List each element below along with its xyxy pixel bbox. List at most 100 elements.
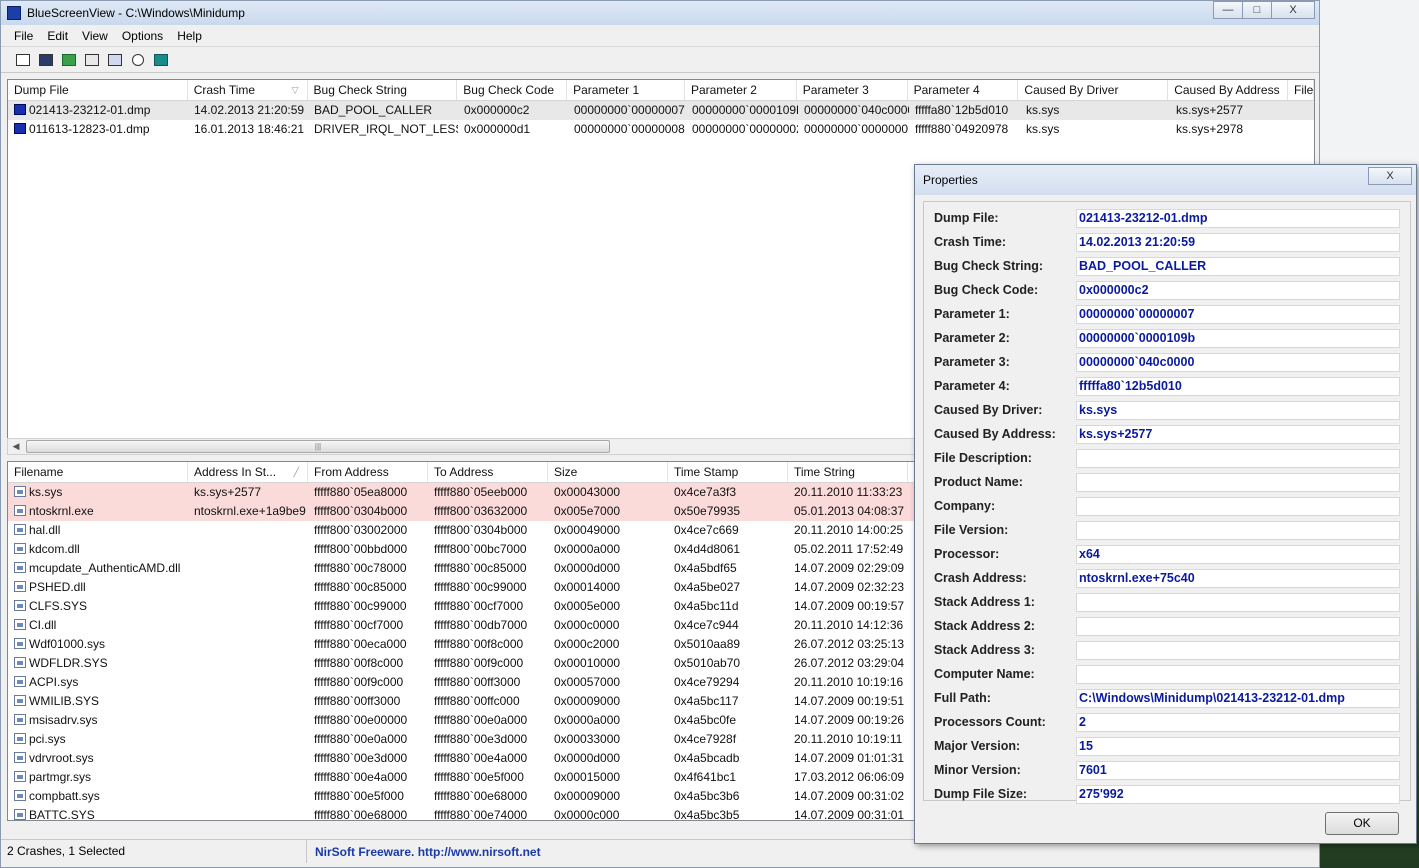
column-header[interactable]: Time Stamp — [668, 462, 788, 482]
property-row: Crash Time: 14.02.2013 21:20:59 — [934, 232, 1404, 252]
crash-cell: 00000000`00000008 — [574, 122, 685, 136]
properties-button[interactable] — [105, 51, 125, 69]
property-value-field[interactable]: C:\Windows\Minidump\021413-23212-01.dmp — [1076, 688, 1400, 708]
module-cell: 0x4d4d8061 — [674, 542, 741, 556]
column-header[interactable]: Parameter 3 — [797, 80, 908, 100]
exit-button[interactable] — [151, 51, 171, 69]
scroll-left-icon[interactable]: ◀ — [8, 439, 24, 454]
column-header[interactable]: File — [1288, 80, 1314, 100]
menu-view[interactable]: View — [75, 29, 115, 43]
property-value-field[interactable]: 00000000`040c0000 — [1076, 352, 1400, 372]
column-header[interactable]: Caused By Driver — [1018, 80, 1169, 100]
property-label: Parameter 2: — [934, 331, 1010, 345]
save-button[interactable] — [36, 51, 56, 69]
column-header[interactable]: Time String — [788, 462, 908, 482]
property-value-field[interactable]: BAD_POOL_CALLER — [1076, 256, 1400, 276]
property-value-field[interactable] — [1076, 496, 1400, 516]
column-header[interactable]: Parameter 2 — [685, 80, 797, 100]
column-header[interactable]: Bug Check String — [308, 80, 458, 100]
column-header[interactable]: Dump File — [8, 80, 188, 100]
ok-button[interactable]: OK — [1325, 812, 1399, 835]
crash-row[interactable]: 021413-23212-01.dmp 14.02.2013 21:20:59 … — [8, 101, 1314, 120]
module-cell: 0x00009000 — [554, 789, 621, 803]
module-file-name: hal.dll — [29, 523, 61, 537]
menu-help[interactable]: Help — [170, 29, 209, 43]
module-cell: fffff880`00e68000 — [314, 808, 408, 821]
menu-options[interactable]: Options — [115, 29, 170, 43]
module-file-icon — [14, 714, 26, 725]
property-value-field[interactable]: 275'992 — [1076, 784, 1400, 804]
save-html-report-button[interactable] — [13, 51, 33, 69]
nirsoft-link[interactable]: NirSoft Freeware. http://www.nirsoft.net — [307, 845, 541, 859]
module-cell — [188, 768, 308, 787]
column-header[interactable]: From Address — [308, 462, 428, 482]
module-cell: fffff880`00e0a000 — [314, 732, 408, 746]
dump-file-icon — [14, 123, 26, 134]
property-value-field[interactable]: 2 — [1076, 712, 1400, 732]
property-value-field[interactable] — [1076, 472, 1400, 492]
close-button[interactable]: X — [1271, 1, 1315, 19]
crash-cell: fffff880`04920978 — [915, 122, 1009, 136]
column-header[interactable]: Bug Check Code — [457, 80, 568, 100]
property-value-field[interactable] — [1076, 592, 1400, 612]
property-value-field[interactable]: ks.sys+2577 — [1076, 424, 1400, 444]
property-value-field[interactable] — [1076, 664, 1400, 684]
module-file-name: ks.sys — [29, 485, 63, 499]
sort-arrow-icon: ▽ — [291, 85, 299, 95]
column-header-crash-time[interactable]: Crash Time ▽ — [188, 80, 308, 100]
property-value-field[interactable]: 7601 — [1076, 760, 1400, 780]
property-value-field[interactable] — [1076, 520, 1400, 540]
module-cell: 0x0000d000 — [554, 561, 621, 575]
menu-file[interactable]: File — [7, 29, 40, 43]
property-value-field[interactable]: ks.sys — [1076, 400, 1400, 420]
property-value-field[interactable]: 00000000`00000007 — [1076, 304, 1400, 324]
property-value-field[interactable]: 00000000`0000109b — [1076, 328, 1400, 348]
column-header[interactable]: Parameter 4 — [908, 80, 1019, 100]
scroll-thumb[interactable]: ||| — [26, 440, 610, 453]
module-cell: 0x4ce7a3f3 — [674, 485, 737, 499]
property-label: Processors Count: — [934, 715, 1046, 729]
column-header[interactable]: To Address — [428, 462, 548, 482]
module-cell — [188, 521, 308, 540]
property-row: Minor Version: 7601 — [934, 760, 1404, 780]
crash-row[interactable]: 011613-12823-01.dmp 16.01.2013 18:46:21 … — [8, 120, 1314, 139]
property-value-field[interactable] — [1076, 616, 1400, 636]
column-header[interactable]: Parameter 1 — [567, 80, 685, 100]
property-label: Parameter 3: — [934, 355, 1010, 369]
property-value-field[interactable]: fffffa80`12b5d010 — [1076, 376, 1400, 396]
refresh-button[interactable] — [59, 51, 79, 69]
property-value-field[interactable] — [1076, 640, 1400, 660]
column-header[interactable]: Size — [548, 462, 668, 482]
module-cell: fffff880`00f9c000 — [314, 675, 404, 689]
property-value-field[interactable]: x64 — [1076, 544, 1400, 564]
module-cell: 14.07.2009 00:31:01 — [794, 808, 905, 821]
column-header-address[interactable]: Address In St... ╱ — [188, 462, 308, 482]
property-value-field[interactable] — [1076, 448, 1400, 468]
module-file-name: WMILIB.SYS — [29, 694, 100, 708]
properties-close-button[interactable]: X — [1368, 167, 1412, 185]
property-value-field[interactable]: ntoskrnl.exe+75c40 — [1076, 568, 1400, 588]
module-file-icon — [14, 543, 26, 554]
property-value-field[interactable]: 14.02.2013 21:20:59 — [1076, 232, 1400, 252]
column-header[interactable]: Filename — [8, 462, 188, 482]
column-header[interactable]: Caused By Address — [1168, 80, 1288, 100]
crash-cell: 00000000`00000001 — [804, 122, 909, 136]
module-cell: fffff880`00e3d000 — [314, 751, 408, 765]
property-value-field[interactable]: 0x000000c2 — [1076, 280, 1400, 300]
module-cell: 0x00014000 — [554, 580, 621, 594]
property-value-field[interactable]: 021413-23212-01.dmp — [1076, 208, 1400, 228]
module-cell: fffff880`00eca000 — [314, 637, 407, 651]
module-cell — [188, 578, 308, 597]
module-file-icon — [14, 486, 26, 497]
module-cell: fffff880`00e0a000 — [434, 713, 528, 727]
menu-edit[interactable]: Edit — [40, 29, 75, 43]
property-value-field[interactable]: 15 — [1076, 736, 1400, 756]
properties-title-bar[interactable]: Properties X — [915, 165, 1416, 195]
copy-button[interactable] — [82, 51, 102, 69]
module-file-name: mcupdate_AuthenticAMD.dll — [29, 561, 181, 575]
maximize-button[interactable]: □ — [1242, 1, 1272, 19]
module-file-name: partmgr.sys — [29, 770, 92, 784]
find-button[interactable] — [128, 51, 148, 69]
minimize-button[interactable]: — — [1213, 1, 1243, 19]
title-bar[interactable]: BlueScreenView - C:\Windows\Minidump — □… — [1, 1, 1319, 25]
